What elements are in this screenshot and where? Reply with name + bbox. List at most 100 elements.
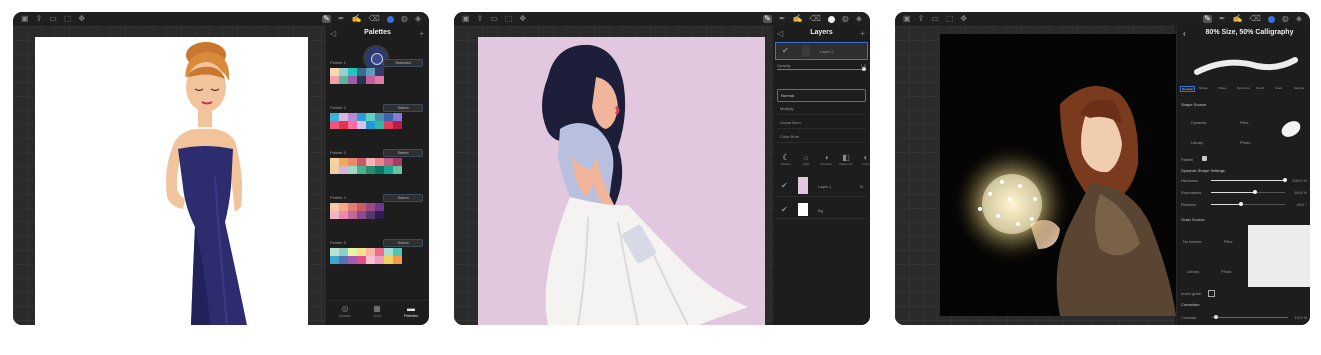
palette-color-swatch[interactable] — [384, 256, 393, 264]
share-icon[interactable]: ⇪ — [477, 15, 484, 23]
palette-color-swatch[interactable] — [357, 256, 366, 264]
gallery-icon[interactable]: ▣ — [21, 15, 29, 23]
transform-icon[interactable]: ✥ — [519, 15, 526, 23]
palette-color-swatch[interactable] — [330, 68, 339, 76]
palette-color-swatch[interactable] — [348, 256, 357, 264]
check-icon[interactable]: ✔ — [781, 206, 788, 214]
palette-color-swatch[interactable] — [339, 211, 348, 219]
palette-select-button[interactable]: Select — [383, 104, 423, 112]
palette-color-swatch[interactable] — [393, 256, 402, 264]
contrast-slider[interactable] — [1212, 315, 1288, 319]
grain-option[interactable]: Files — [1224, 239, 1232, 244]
palette-color-swatch[interactable] — [375, 256, 384, 264]
flatten-checkbox[interactable] — [1202, 156, 1207, 161]
palette-color-swatch[interactable] — [393, 158, 402, 166]
palette-color-swatch[interactable] — [330, 113, 339, 121]
select-icon[interactable]: ⬚ — [64, 15, 72, 23]
palette-color-swatch[interactable] — [366, 68, 375, 76]
palette-color-swatch[interactable] — [393, 113, 402, 121]
palette-color-swatch[interactable] — [375, 121, 384, 129]
palette-color-swatch[interactable] — [339, 203, 348, 211]
eraser-icon[interactable]: ⌫ — [369, 15, 380, 23]
brush-tab[interactable]: Shape — [1218, 86, 1227, 90]
mode-tab[interactable]: ◐ Color — [857, 154, 870, 167]
palette-color-swatch[interactable] — [366, 203, 375, 211]
drawing-canvas[interactable] — [35, 37, 308, 325]
palette-color-swatch[interactable] — [384, 158, 393, 166]
palette-color-swatch[interactable] — [330, 166, 339, 174]
palette-color-swatch[interactable] — [366, 256, 375, 264]
add-palette-icon[interactable]: + — [419, 30, 424, 38]
select-icon[interactable]: ⬚ — [946, 15, 954, 23]
palette-color-swatch[interactable] — [375, 158, 384, 166]
palette-color-swatch[interactable] — [375, 76, 384, 84]
layer-row-active[interactable]: ✔ Layer 2 — [775, 42, 868, 60]
check-icon[interactable]: ✔ — [781, 182, 788, 190]
layers-icon[interactable]: ◈ — [415, 15, 421, 23]
gallery-icon[interactable]: ▣ — [462, 15, 470, 23]
palette-color-swatch[interactable] — [357, 248, 366, 256]
pen-icon[interactable]: ✒ — [338, 15, 345, 23]
palette-color-swatch[interactable] — [339, 158, 348, 166]
palette-color-swatch[interactable] — [366, 248, 375, 256]
smudge-icon[interactable]: ✍ — [352, 15, 362, 23]
palette-color-swatch[interactable] — [357, 211, 366, 219]
transform-icon[interactable]: ✥ — [960, 15, 967, 23]
palette-color-swatch[interactable] — [366, 113, 375, 121]
slider-track[interactable] — [1211, 178, 1287, 182]
layer-row[interactable]: ✔ Layer 1 N — [776, 176, 867, 197]
opacity-slider[interactable] — [15, 172, 21, 220]
select-icon[interactable]: ⬚ — [505, 15, 513, 23]
palette-color-swatch[interactable] — [357, 166, 366, 174]
grain-option[interactable]: No texture — [1183, 239, 1201, 244]
shape-icon[interactable]: ▭ — [49, 15, 57, 23]
transform-icon[interactable]: ✥ — [78, 15, 85, 23]
palette-icon[interactable]: ◍ — [842, 15, 849, 23]
palette-color-swatch[interactable] — [357, 76, 366, 84]
palette-color-swatch[interactable] — [348, 203, 357, 211]
slider-track[interactable] — [1211, 202, 1285, 206]
layer-row[interactable]: ✔ Bg — [776, 202, 867, 219]
opacity-slider[interactable] — [456, 182, 462, 237]
palette-color-swatch[interactable] — [348, 158, 357, 166]
palette-color-swatch[interactable] — [375, 203, 384, 211]
palette-color-swatch[interactable] — [393, 121, 402, 129]
palette-color-swatch[interactable] — [375, 166, 384, 174]
contrast-slider-thumb[interactable] — [1214, 315, 1218, 319]
palette-color-swatch[interactable] — [330, 158, 339, 166]
palette-color-swatch[interactable] — [375, 248, 384, 256]
palette-color-swatch[interactable] — [384, 166, 393, 174]
palette-color-swatch[interactable] — [348, 211, 357, 219]
palette-color-swatch[interactable] — [348, 248, 357, 256]
palette-color-swatch[interactable] — [348, 68, 357, 76]
palette-color-swatch[interactable] — [348, 76, 357, 84]
size-slider[interactable] — [897, 94, 903, 149]
slider-thumb[interactable] — [1253, 190, 1258, 194]
palette-color-swatch[interactable] — [366, 76, 375, 84]
shape-option[interactable]: Dynamic — [1191, 120, 1207, 125]
share-icon[interactable]: ⇪ — [36, 15, 43, 23]
blend-mode-item[interactable]: Multiply — [777, 103, 866, 115]
size-slider[interactable] — [456, 94, 462, 149]
palette-color-swatch[interactable] — [330, 203, 339, 211]
mode-tab[interactable]: ◧ Difference — [837, 154, 855, 167]
palette-color-swatch[interactable] — [339, 166, 348, 174]
layers-icon[interactable]: ◈ — [1296, 15, 1302, 23]
palette-color-swatch[interactable] — [348, 113, 357, 121]
size-slider[interactable] — [15, 107, 21, 155]
tab-palettes[interactable]: ▬ Palettes — [400, 305, 422, 319]
blend-mode-item[interactable]: Normal — [777, 89, 866, 102]
smudge-icon[interactable]: ✍ — [1233, 15, 1243, 23]
palette-select-button[interactable]: Select — [383, 239, 423, 247]
gallery-icon[interactable]: ▣ — [903, 15, 911, 23]
drawing-canvas[interactable] — [940, 34, 1176, 316]
brush-tab[interactable]: General — [1180, 86, 1195, 92]
brush-icon[interactable]: ✎ — [1203, 15, 1212, 23]
pen-icon[interactable]: ✒ — [779, 15, 786, 23]
color-picker-icon[interactable] — [386, 15, 394, 23]
palette-color-swatch[interactable] — [357, 68, 366, 76]
palette-color-swatch[interactable] — [339, 113, 348, 121]
opacity-slider-thumb[interactable] — [862, 67, 866, 71]
shape-option[interactable]: Photo — [1240, 140, 1250, 145]
eraser-icon[interactable]: ⌫ — [1250, 15, 1261, 23]
